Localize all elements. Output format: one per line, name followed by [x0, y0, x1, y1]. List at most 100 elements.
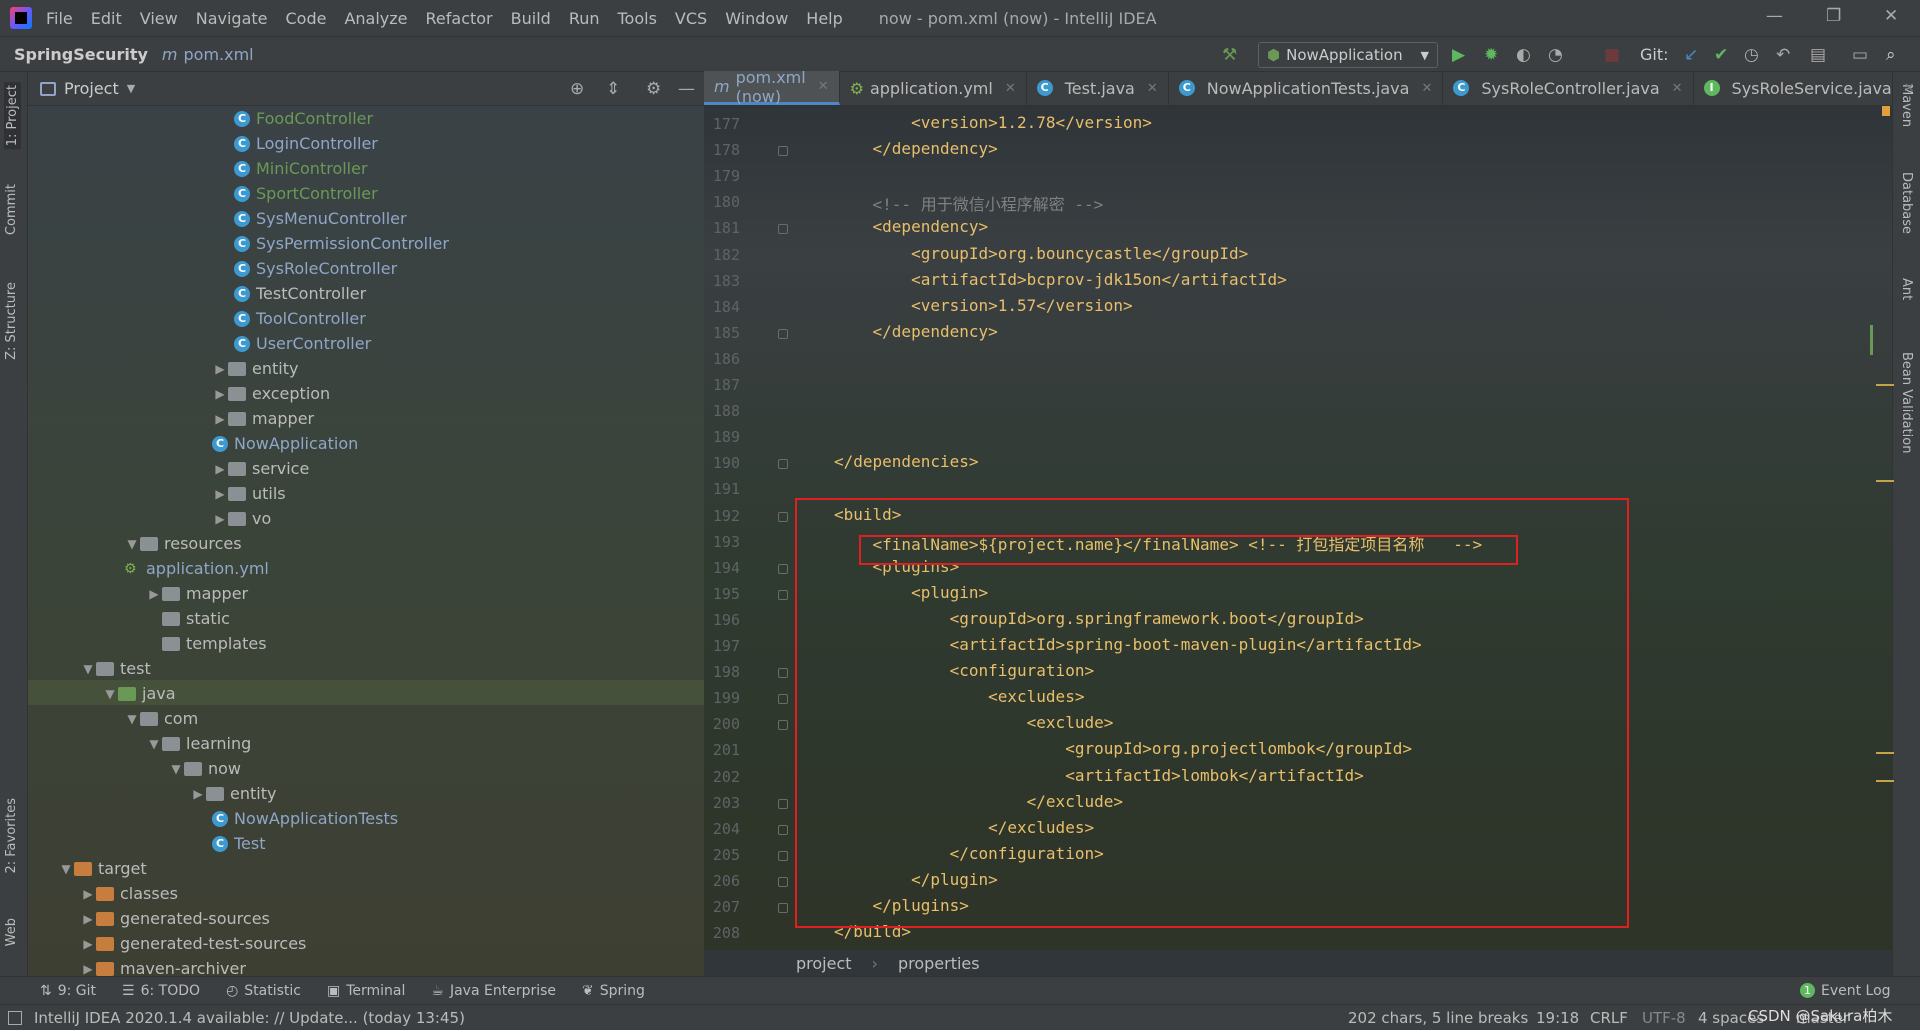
tree-item[interactable]: ▶ service: [212, 456, 309, 481]
tree-item[interactable]: ▶ utils: [212, 481, 285, 506]
gear-icon[interactable]: ⚙: [646, 79, 661, 99]
expanded-arrow-icon[interactable]: ▼: [146, 737, 162, 751]
fold-marker-icon[interactable]: [778, 589, 788, 600]
fold-marker-icon[interactable]: [778, 850, 788, 861]
tool-tab-database[interactable]: Database: [1899, 172, 1914, 234]
menu-navigate[interactable]: Navigate: [196, 9, 268, 28]
fold-marker-icon[interactable]: [778, 328, 788, 339]
tree-item[interactable]: ▶ vo: [212, 506, 271, 531]
tree-item[interactable]: ▶ mapper: [146, 581, 248, 606]
menu-help[interactable]: Help: [806, 9, 842, 28]
error-stripe-mark[interactable]: [1876, 384, 1894, 386]
tree-item[interactable]: C FoodController: [234, 106, 373, 131]
tree-item[interactable]: ▼ learning: [146, 731, 251, 756]
tool-window-button[interactable]: ◴ Statistic: [226, 983, 301, 999]
error-stripe-mark[interactable]: [1876, 752, 1894, 754]
tool-window-button[interactable]: ⇅ 9: Git: [40, 983, 96, 999]
menu-vcs[interactable]: VCS: [675, 9, 707, 28]
project-structure-icon[interactable]: ▤: [1810, 45, 1826, 65]
collapsed-arrow-icon[interactable]: ▶: [212, 462, 228, 476]
close-icon[interactable]: ✕: [1884, 6, 1898, 26]
tool-window-button[interactable]: ❦ Spring: [582, 983, 645, 999]
fold-marker-icon[interactable]: [778, 824, 788, 835]
menu-file[interactable]: File: [46, 9, 73, 28]
tree-item[interactable]: ▼ java: [102, 681, 175, 706]
editor-tab[interactable]: I SysRoleService.java ✕: [1694, 71, 1920, 105]
tool-window-button[interactable]: ▣ Terminal: [327, 983, 405, 999]
tree-item[interactable]: ▼ test: [80, 656, 150, 681]
run-configuration-select[interactable]: ⬢ NowApplication ▼: [1258, 42, 1438, 68]
fold-marker-icon[interactable]: [778, 146, 788, 157]
error-stripe-mark[interactable]: [1876, 780, 1894, 782]
editor-tab[interactable]: ⚙ application.yml ✕: [840, 71, 1027, 105]
fold-marker-icon[interactable]: [778, 903, 788, 913]
tree-item[interactable]: ▶ classes: [80, 881, 178, 906]
tree-item[interactable]: C NowApplication: [212, 431, 358, 456]
expanded-arrow-icon[interactable]: ▼: [102, 687, 118, 701]
tree-item[interactable]: C ToolController: [234, 306, 366, 331]
tree-item[interactable]: C SysRoleController: [234, 256, 397, 281]
status-message[interactable]: IntelliJ IDEA 2020.1.4 available: // Upd…: [34, 1009, 465, 1027]
fold-marker-icon[interactable]: [778, 511, 788, 522]
fold-marker-icon[interactable]: [778, 563, 788, 574]
expanded-arrow-icon[interactable]: ▼: [80, 662, 96, 676]
debug-icon[interactable]: ✹: [1484, 45, 1498, 65]
tree-item[interactable]: ▶ exception: [212, 381, 330, 406]
code-line[interactable]: <!-- 用于微信小程序解密 -->: [834, 191, 1104, 215]
run-icon[interactable]: ▶: [1452, 45, 1465, 65]
restore-icon[interactable]: ❐: [1826, 6, 1841, 26]
status-encoding[interactable]: UTF-8: [1642, 1009, 1686, 1027]
tool-tab-web[interactable]: Web: [4, 918, 19, 946]
editor-tab[interactable]: C SysRoleController.java ✕: [1443, 71, 1694, 105]
menu-edit[interactable]: Edit: [91, 9, 122, 28]
close-tab-icon[interactable]: ✕: [1421, 81, 1432, 96]
close-tab-icon[interactable]: ✕: [1147, 81, 1158, 96]
tree-item[interactable]: C LoginController: [234, 131, 378, 156]
error-stripe-mark[interactable]: [1876, 480, 1894, 482]
status-caret-position[interactable]: 19:18: [1536, 1009, 1579, 1027]
tree-item[interactable]: ▼ target: [58, 856, 146, 881]
tree-item[interactable]: C Test: [212, 831, 266, 856]
code-line[interactable]: <groupId>org.bouncycastle</groupId>: [834, 244, 1248, 263]
tree-item[interactable]: ▼ com: [124, 706, 198, 731]
breadcrumb-project[interactable]: SpringSecurity: [14, 45, 148, 64]
menu-tools[interactable]: Tools: [618, 9, 657, 28]
status-toggle-icon[interactable]: [8, 1010, 22, 1025]
collapsed-arrow-icon[interactable]: ▶: [190, 787, 206, 801]
chevron-down-icon[interactable]: ▼: [127, 82, 135, 95]
breadcrumb-properties-tag[interactable]: properties: [898, 954, 980, 973]
collapsed-arrow-icon[interactable]: ▶: [80, 912, 96, 926]
collapsed-arrow-icon[interactable]: ▶: [212, 487, 228, 501]
collapsed-arrow-icon[interactable]: ▶: [146, 587, 162, 601]
fold-marker-icon[interactable]: [778, 694, 788, 705]
tool-window-button[interactable]: ☕ Java Enterprise: [431, 983, 556, 999]
tree-item[interactable]: C UserController: [234, 331, 371, 356]
status-line-separator[interactable]: CRLF: [1590, 1009, 1628, 1027]
close-tab-icon[interactable]: ✕: [1904, 81, 1915, 96]
code-line[interactable]: </dependencies>: [834, 452, 979, 471]
menu-refactor[interactable]: Refactor: [426, 9, 493, 28]
fold-marker-icon[interactable]: [778, 668, 788, 679]
layout-icon[interactable]: ▭: [1852, 45, 1868, 65]
expanded-arrow-icon[interactable]: ▼: [168, 762, 184, 776]
code-line[interactable]: <version>1.57</version>: [834, 296, 1133, 315]
tree-item[interactable]: ▶ entity: [190, 781, 276, 806]
tree-item[interactable]: ⚙ application.yml: [124, 556, 269, 581]
tool-tab-favorites[interactable]: 2: Favorites: [4, 798, 19, 874]
collapsed-arrow-icon[interactable]: ▶: [80, 962, 96, 976]
menu-run[interactable]: Run: [569, 9, 600, 28]
stop-icon[interactable]: ■: [1604, 45, 1620, 65]
close-tab-icon[interactable]: ✕: [1005, 81, 1016, 96]
code-line[interactable]: <artifactId>bcprov-jdk15on</artifactId>: [834, 270, 1287, 289]
close-tab-icon[interactable]: ✕: [818, 79, 829, 94]
search-icon[interactable]: ⌕: [1886, 45, 1896, 65]
tool-tab-commit[interactable]: Commit: [4, 184, 19, 235]
fold-marker-icon[interactable]: [778, 798, 788, 809]
breadcrumb-project-tag[interactable]: project: [796, 954, 852, 973]
menu-code[interactable]: Code: [286, 9, 327, 28]
breadcrumb-file[interactable]: m pom.xml: [162, 45, 254, 64]
collapsed-arrow-icon[interactable]: ▶: [212, 362, 228, 376]
collapsed-arrow-icon[interactable]: ▶: [212, 512, 228, 526]
tree-item[interactable]: ▶ generated-sources: [80, 906, 270, 931]
fold-marker-icon[interactable]: [778, 876, 788, 887]
